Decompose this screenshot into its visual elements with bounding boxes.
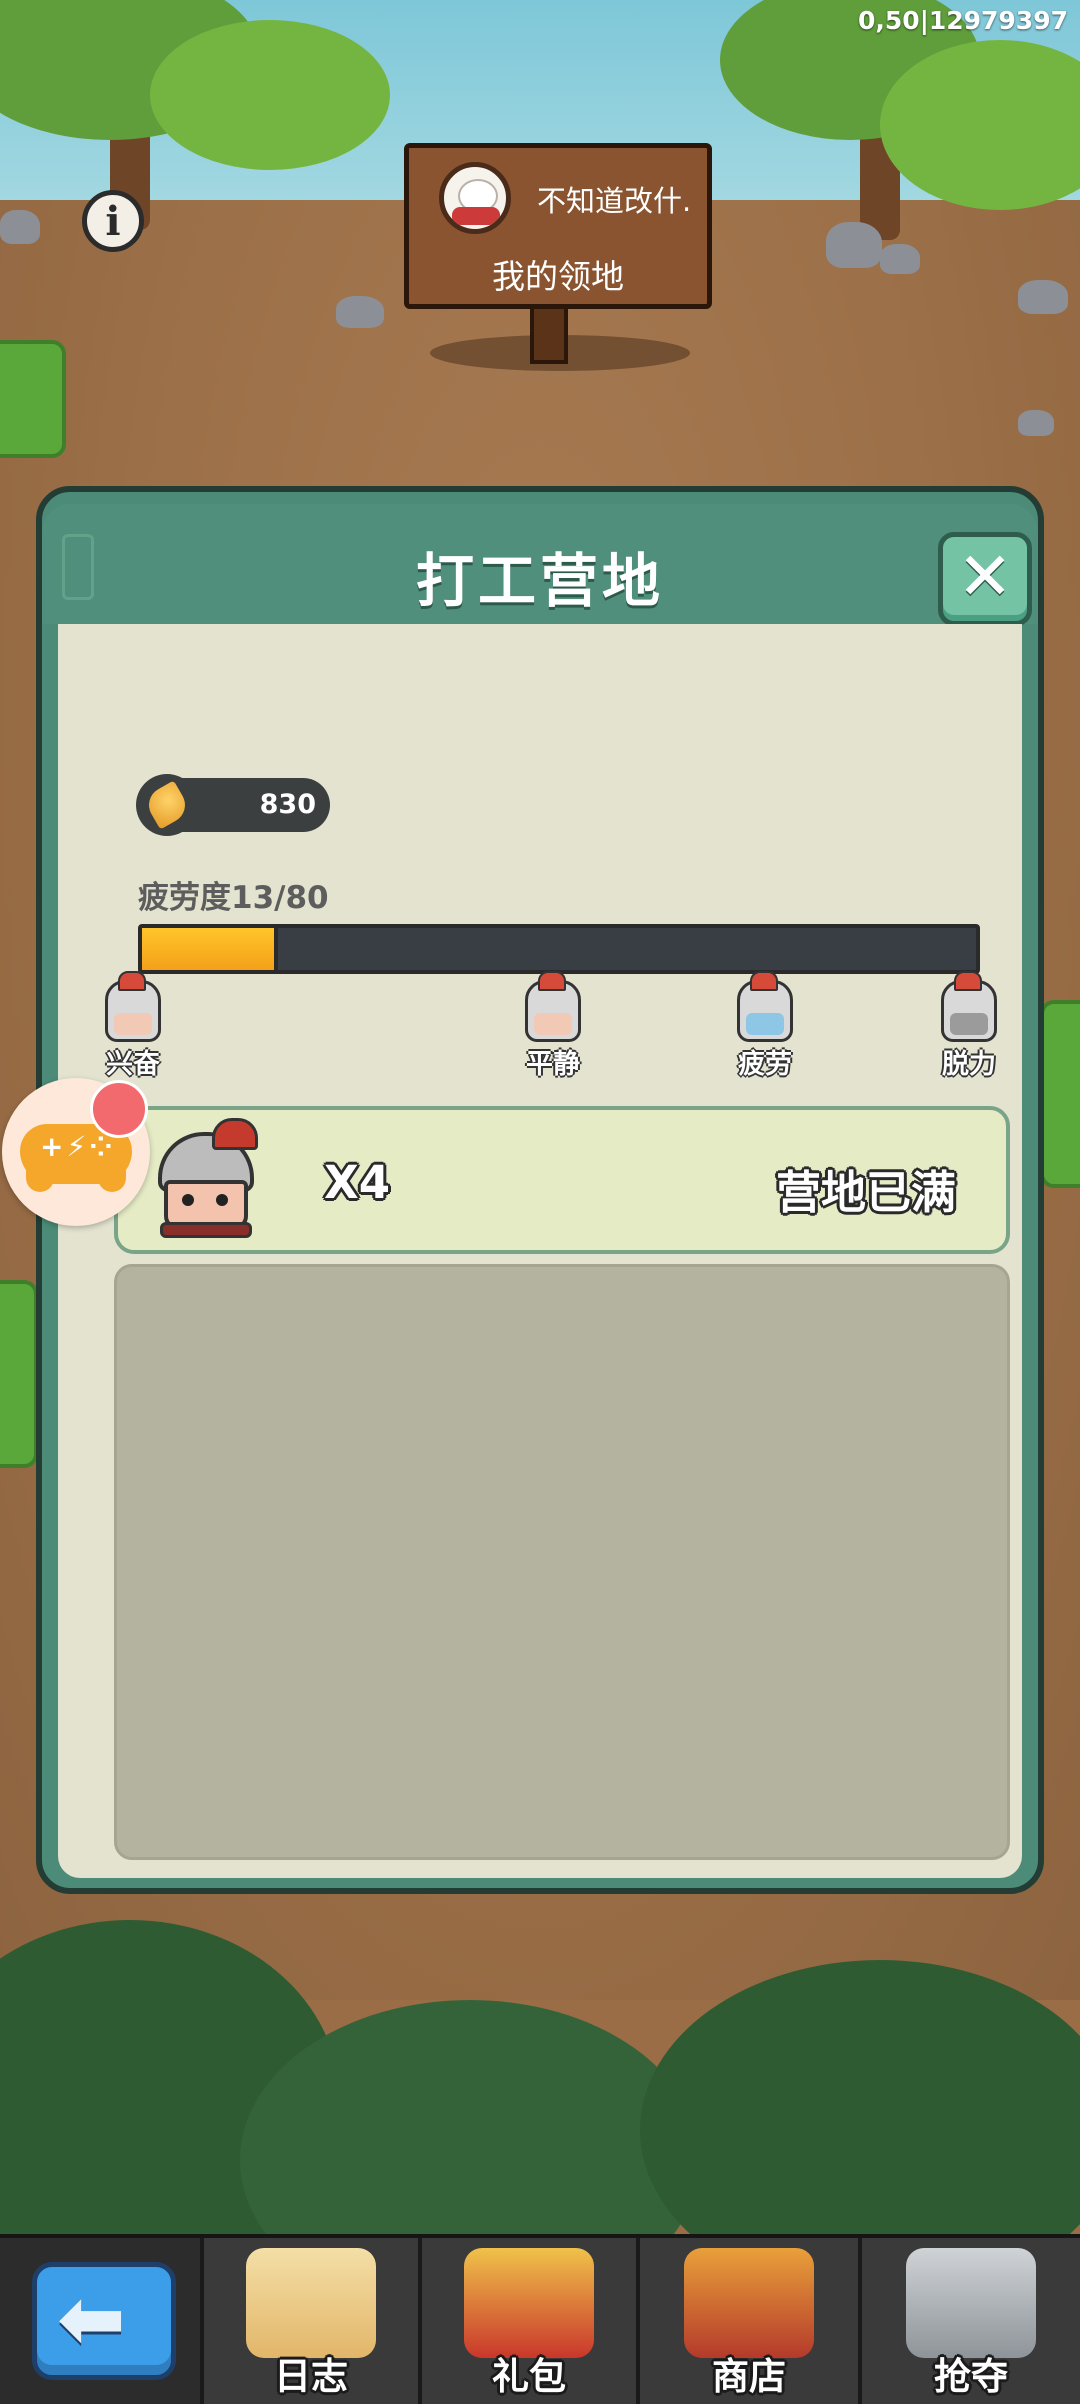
nav-label: 礼包	[492, 2355, 566, 2398]
sign-post	[530, 300, 568, 364]
back-button[interactable]: ⬅	[32, 2262, 176, 2380]
tree-canopy	[150, 20, 390, 170]
rock	[1018, 410, 1054, 436]
grass-tile	[0, 340, 66, 458]
rock	[0, 210, 40, 244]
tired-soldier-icon	[737, 971, 793, 1042]
exhausted-soldier-icon	[941, 971, 997, 1042]
worker-list-area[interactable]	[114, 1264, 1010, 1860]
territory-sign[interactable]: 不知道改什. 我的领地	[404, 143, 712, 309]
fatigue-progress-fill	[142, 928, 278, 970]
nav-log[interactable]: 日志	[200, 2238, 418, 2404]
player-name: 不知道改什.	[537, 184, 692, 218]
worker-card[interactable]: X4 营地已满	[114, 1106, 1010, 1254]
gamepad-glyph: +⚡⁘	[40, 1130, 116, 1163]
mood-label: 脱力	[942, 1049, 996, 1080]
back-arrow-icon: ⬅	[57, 2272, 126, 2367]
dialog-body: 830 疲劳度13/80 兴奋 平静 疲劳 脱力 X4 营地已满	[58, 624, 1022, 1878]
shop-chest-icon	[684, 2248, 814, 2358]
soldier-avatar-icon	[152, 1118, 262, 1240]
fatigue-progress-bar	[138, 924, 980, 974]
scroll-paw-icon	[246, 2248, 376, 2358]
wheat-icon	[136, 774, 198, 836]
mood-label: 兴奋	[106, 1049, 160, 1080]
bottom-navigation: ⬅ 日志 礼包 商店 抢夺	[0, 2234, 1080, 2404]
rock	[880, 244, 920, 274]
nav-label: 日志	[274, 2355, 348, 2398]
nav-gift[interactable]: 礼包	[418, 2238, 636, 2404]
nav-shop[interactable]: 商店	[636, 2238, 858, 2404]
floating-game-button[interactable]: +⚡⁘	[2, 1078, 150, 1226]
close-button[interactable]: ✕	[938, 532, 1032, 626]
mood-label: 疲劳	[738, 1049, 792, 1080]
nav-plunder[interactable]: 抢夺	[858, 2238, 1080, 2404]
mood-calm: 平静	[508, 971, 598, 1081]
debug-coordinates: 0,50|12979397	[858, 6, 1068, 35]
notification-dot	[90, 1080, 148, 1138]
calm-soldier-icon	[525, 971, 581, 1042]
crossed-swords-shield-icon	[906, 2248, 1036, 2358]
mood-label: 平静	[526, 1049, 580, 1080]
camp-status: 营地已满	[775, 1166, 956, 1219]
nav-label: 抢夺	[934, 2355, 1008, 2398]
grass-tile	[0, 1280, 38, 1468]
player-avatar-icon	[439, 162, 511, 234]
grass-tile	[1040, 1000, 1080, 1188]
excited-soldier-icon	[105, 971, 161, 1042]
mood-exhausted: 脱力	[924, 971, 1014, 1081]
work-camp-dialog: 打工营地 ✕ 830 疲劳度13/80 兴奋 平静 疲劳 脱力 X4 营地已满	[36, 486, 1044, 1894]
dialog-header: 打工营地 ✕	[42, 504, 1038, 626]
close-icon: ✕	[957, 538, 1013, 615]
mood-excited: 兴奋	[88, 971, 178, 1081]
dialog-title: 打工营地	[415, 547, 664, 615]
fatigue-label: 疲劳度13/80	[138, 880, 329, 916]
rock	[336, 296, 384, 328]
wheat-resource-counter: 830	[136, 774, 330, 836]
rock	[1018, 280, 1068, 314]
rock	[826, 222, 882, 268]
nav-label: 商店	[712, 2355, 786, 2398]
worker-count: X4	[324, 1156, 391, 1209]
territory-title: 我的领地	[492, 257, 624, 296]
mood-tired: 疲劳	[720, 971, 810, 1081]
info-icon[interactable]: i	[82, 190, 144, 252]
gift-pot-icon	[464, 2248, 594, 2358]
wheat-value: 830	[259, 789, 316, 820]
